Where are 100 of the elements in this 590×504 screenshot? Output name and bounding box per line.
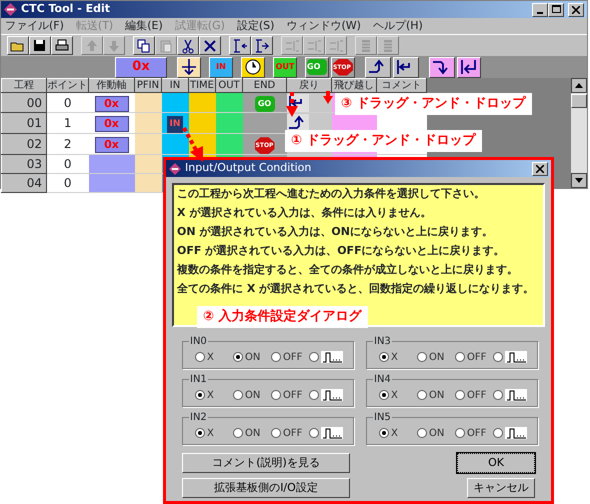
close-icon bbox=[572, 6, 580, 14]
menu-item[interactable]: ファイル(F) bbox=[5, 18, 64, 34]
option-label: OFF bbox=[467, 350, 486, 364]
delete-icon[interactable] bbox=[199, 36, 221, 55]
radio-button[interactable] bbox=[271, 352, 281, 362]
close-button[interactable] bbox=[532, 162, 548, 176]
radio-button[interactable] bbox=[379, 352, 389, 362]
dialog-button[interactable]: 拡張基板側のI/O設定 bbox=[182, 478, 350, 498]
radio-button[interactable] bbox=[493, 352, 503, 362]
jump-tool[interactable] bbox=[429, 56, 455, 78]
pfin-tool[interactable] bbox=[177, 56, 201, 78]
option-label: OFF bbox=[283, 388, 302, 402]
option-label: ON bbox=[429, 426, 444, 440]
pulse-icon bbox=[321, 427, 343, 439]
column-header[interactable]: コメント bbox=[376, 78, 426, 92]
radio-button[interactable] bbox=[233, 428, 243, 438]
radio-button[interactable] bbox=[271, 428, 281, 438]
close-icon bbox=[536, 164, 544, 172]
dialog-button[interactable]: キャンセル bbox=[467, 478, 535, 498]
radio-button[interactable] bbox=[309, 428, 319, 438]
axis-icon: 0x bbox=[94, 116, 128, 132]
scroll-up-icon[interactable] bbox=[571, 78, 587, 93]
menu-item[interactable]: ヘルプ(H) bbox=[372, 18, 423, 34]
table-cell: 1 bbox=[46, 112, 88, 134]
column-header[interactable]: 工程 bbox=[2, 78, 46, 92]
menu-item[interactable]: 設定(S) bbox=[236, 18, 274, 34]
radio-button[interactable] bbox=[455, 352, 465, 362]
table-cell: 00 bbox=[2, 92, 46, 112]
menu-item[interactable]: 編集(E) bbox=[125, 18, 163, 34]
scroll-thumb[interactable] bbox=[571, 94, 587, 108]
open-icon[interactable] bbox=[7, 36, 29, 55]
timer-tool[interactable] bbox=[241, 56, 265, 78]
option-label: X bbox=[391, 388, 398, 402]
menu-item[interactable]: ウィンドウ(W) bbox=[286, 18, 361, 34]
minimize-button[interactable] bbox=[532, 2, 548, 16]
radio-button[interactable] bbox=[455, 390, 465, 400]
return-left-tool[interactable] bbox=[393, 56, 419, 78]
radio-button[interactable] bbox=[417, 390, 427, 400]
column-header[interactable]: IN bbox=[162, 78, 188, 92]
radio-button[interactable] bbox=[271, 390, 281, 400]
column-header[interactable]: ポイント bbox=[46, 78, 88, 92]
option-label: ON bbox=[429, 388, 444, 402]
left-arrow-icon bbox=[460, 58, 478, 76]
dialog-title: Input/Output Condition bbox=[185, 160, 312, 176]
dialog-button[interactable]: コメント(説明)を見る bbox=[182, 453, 350, 473]
callout-label: ③ ドラッグ・アンド・ドロップ bbox=[335, 93, 532, 114]
scroll-down-icon[interactable] bbox=[571, 173, 587, 188]
column-header[interactable]: OUT bbox=[216, 78, 242, 92]
radio-button[interactable] bbox=[417, 352, 427, 362]
close-button[interactable] bbox=[568, 2, 584, 16]
append-icon[interactable] bbox=[251, 36, 273, 55]
radio-button[interactable] bbox=[417, 428, 427, 438]
option-label: OFF bbox=[467, 426, 486, 440]
window-title: CTC Tool - Edit bbox=[21, 1, 110, 18]
table-cell: 0 bbox=[46, 92, 88, 112]
option-label: ON bbox=[245, 350, 260, 364]
column-header[interactable]: END bbox=[242, 78, 286, 92]
column-header[interactable]: 戻り bbox=[286, 78, 332, 92]
option-label: X bbox=[391, 350, 398, 364]
radio-button[interactable] bbox=[233, 390, 243, 400]
option-label: OFF bbox=[467, 388, 486, 402]
jump-back-tool[interactable] bbox=[457, 56, 481, 78]
maximize-button[interactable] bbox=[548, 2, 564, 16]
scrollbar[interactable] bbox=[571, 78, 587, 188]
table-cell: 0 bbox=[46, 174, 88, 193]
return-up-tool[interactable] bbox=[365, 56, 391, 78]
radio-button[interactable] bbox=[195, 352, 205, 362]
app-icon bbox=[169, 162, 181, 174]
radio-button[interactable] bbox=[233, 352, 243, 362]
table-cell: 02 bbox=[2, 134, 46, 155]
radio-button[interactable] bbox=[309, 352, 319, 362]
table-cell: 03 bbox=[2, 154, 46, 174]
radio-button[interactable] bbox=[379, 390, 389, 400]
option-label: OFF bbox=[283, 350, 302, 364]
column-header[interactable]: TIME bbox=[188, 78, 216, 92]
info-text: X が選択されている入力は、条件には入りません。 bbox=[177, 206, 432, 220]
column-header[interactable]: PFIN bbox=[134, 78, 162, 92]
pulse-icon bbox=[505, 427, 527, 439]
drag-arrow bbox=[286, 92, 298, 117]
column-header[interactable]: 作動軸 bbox=[88, 78, 134, 92]
table-cell: 01 bbox=[2, 112, 46, 134]
print-icon[interactable] bbox=[51, 36, 73, 55]
cut-icon[interactable] bbox=[177, 36, 199, 55]
insert-icon[interactable] bbox=[229, 36, 251, 55]
maximize-icon bbox=[552, 5, 560, 14]
radio-button[interactable] bbox=[195, 390, 205, 400]
radio-button[interactable] bbox=[379, 428, 389, 438]
clock-icon bbox=[244, 58, 262, 76]
radio-button[interactable] bbox=[195, 428, 205, 438]
radio-button[interactable] bbox=[309, 390, 319, 400]
app-icon bbox=[4, 3, 17, 16]
column-header[interactable]: 飛び越し bbox=[332, 78, 376, 92]
copy-icon[interactable] bbox=[133, 36, 155, 55]
drag-arrow bbox=[323, 91, 333, 104]
radio-button[interactable] bbox=[455, 428, 465, 438]
dialog-button[interactable]: OK bbox=[457, 453, 535, 473]
table-cell: 2 bbox=[46, 134, 88, 155]
save-icon[interactable] bbox=[29, 36, 51, 55]
radio-button[interactable] bbox=[493, 390, 503, 400]
radio-button[interactable] bbox=[493, 428, 503, 438]
